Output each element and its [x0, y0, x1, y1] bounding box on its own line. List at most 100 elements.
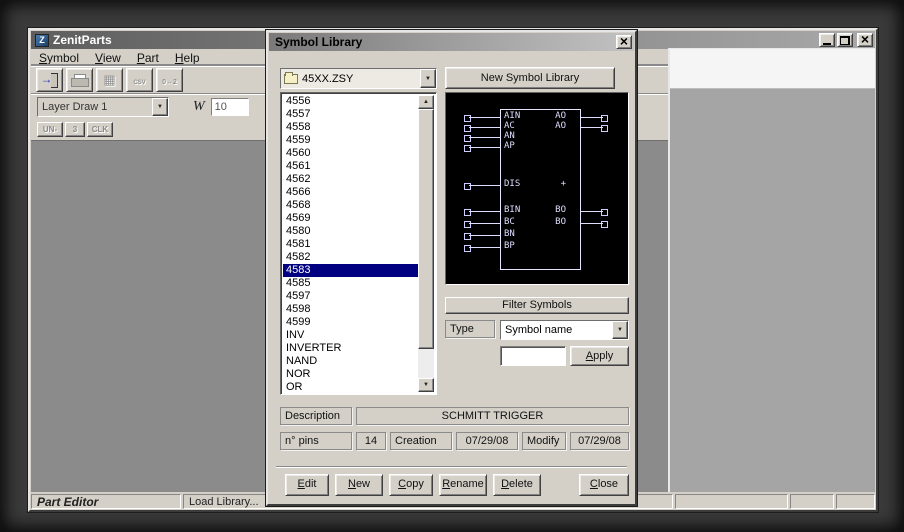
new-symbol-library-button[interactable]: New Symbol Library: [445, 67, 615, 89]
symbol-pin: [464, 221, 500, 228]
mini-button-clk[interactable]: CLK: [87, 122, 113, 137]
modify-label: Modify: [522, 432, 566, 450]
menu-symbol[interactable]: Symbol: [31, 51, 87, 65]
scroll-down-button[interactable]: [418, 378, 434, 392]
symbol-list-item[interactable]: 4556: [283, 95, 418, 108]
symbol-list-item[interactable]: 4569: [283, 212, 418, 225]
symbol-list-item[interactable]: 4561: [283, 160, 418, 173]
pin-label: BO: [555, 217, 566, 227]
pin-label: AO: [555, 111, 566, 121]
scroll-up-button[interactable]: [418, 95, 434, 109]
csv-button[interactable]: [126, 68, 153, 92]
restore-button[interactable]: [837, 33, 853, 47]
layer-combo[interactable]: Layer Draw 1: [37, 96, 169, 117]
symbol-list-item[interactable]: 4559: [283, 134, 418, 147]
pin-label: +: [560, 179, 566, 189]
menu-part[interactable]: Part: [129, 51, 167, 65]
type-label: Type: [445, 320, 495, 338]
menu-help[interactable]: Help: [167, 51, 208, 65]
minimize-icon: [823, 43, 831, 45]
pin-label: AIN: [504, 111, 521, 121]
delete-button[interactable]: Delete: [493, 474, 541, 496]
close-icon: [620, 33, 628, 51]
main-window-title: ZenitParts: [53, 33, 112, 47]
symbol-pin: [581, 125, 608, 132]
mini-button-un[interactable]: UN-: [37, 122, 63, 137]
symbol-pin: [464, 115, 500, 122]
symbol-list-item[interactable]: 4568: [283, 199, 418, 212]
symbol-list-item[interactable]: 4580: [283, 225, 418, 238]
symbol-pin: [464, 209, 500, 216]
scale-button[interactable]: [156, 68, 183, 92]
symbol-list-item[interactable]: 4562: [283, 173, 418, 186]
folder-icon: [284, 71, 298, 84]
symbol-list-item[interactable]: 4557: [283, 108, 418, 121]
symbol-list-item[interactable]: 4583: [283, 264, 418, 277]
pin-label: AC: [504, 121, 515, 131]
csv-icon: [133, 71, 145, 89]
symbol-pin: [581, 221, 608, 228]
symbol-list-item[interactable]: NOR: [283, 368, 418, 381]
symbol-list-scrollbar[interactable]: [418, 95, 434, 392]
width-input[interactable]: [210, 97, 249, 116]
type-combo[interactable]: Symbol name: [500, 320, 629, 340]
status-panel-extra-3: [836, 494, 875, 509]
symbol-pin: [464, 233, 500, 240]
symbol-list-item[interactable]: 4566: [283, 186, 418, 199]
pin-label: BN: [504, 229, 515, 239]
edit-button[interactable]: Edit: [285, 474, 329, 496]
new-button[interactable]: New: [335, 474, 383, 496]
dialog-titlebar[interactable]: Symbol Library: [269, 33, 634, 51]
print-icon: [71, 73, 89, 87]
symbol-list-item[interactable]: 4585: [283, 277, 418, 290]
symbol-list-item[interactable]: NAND: [283, 355, 418, 368]
filter-input[interactable]: [500, 346, 566, 366]
symbol-list-item[interactable]: 4599: [283, 316, 418, 329]
pins-value: 14: [356, 432, 386, 450]
pins-label: n° pins: [280, 432, 352, 450]
symbol-list-item[interactable]: 4597: [283, 290, 418, 303]
pin-label: BIN: [504, 205, 521, 215]
chevron-down-icon[interactable]: [152, 97, 168, 116]
symbol-library-dialog: Symbol Library 45XX.ZSY New Symbol Libra…: [266, 30, 637, 506]
symbol-pin: [464, 125, 500, 132]
exit-icon: [41, 73, 59, 88]
symbol-list-item[interactable]: OR: [283, 381, 418, 392]
description-label: Description: [280, 407, 352, 425]
menu-view[interactable]: View: [87, 51, 129, 65]
exit-button[interactable]: [36, 68, 63, 92]
chevron-down-icon[interactable]: [420, 69, 436, 88]
symbol-list-item[interactable]: INV: [283, 329, 418, 342]
type-combo-value: Symbol name: [505, 324, 573, 336]
symbol-list-item[interactable]: 4598: [283, 303, 418, 316]
mini-button-3[interactable]: 3: [65, 122, 85, 137]
symbol-list-item[interactable]: 4581: [283, 238, 418, 251]
close-window-button[interactable]: [857, 33, 873, 47]
grid-button[interactable]: [96, 68, 123, 92]
minimize-button[interactable]: [819, 33, 835, 47]
symbol-list-items: 4556 4557 4558 4559 4560 4561 4562 4566 4568 4569…: [283, 95, 418, 392]
scrollbar-thumb[interactable]: [418, 109, 434, 349]
pin-label: BC: [504, 217, 515, 227]
symbol-pin: [581, 115, 608, 122]
close-dialog-button[interactable]: Close: [579, 474, 629, 496]
symbol-pin: [464, 183, 500, 190]
chevron-down-icon[interactable]: [612, 321, 628, 339]
dialog-title: Symbol Library: [275, 35, 363, 49]
symbol-list-item[interactable]: 4560: [283, 147, 418, 160]
symbol-list[interactable]: 4556 4557 4558 4559 4560 4561 4562 4566 4568 4569…: [280, 92, 437, 395]
symbol-preview: AIN AC AN AP DIS BIN BC BN BP AO AO + BO BO: [445, 92, 629, 285]
filter-symbols-button[interactable]: Filter Symbols: [445, 297, 629, 314]
print-button[interactable]: [66, 68, 93, 92]
creation-value: 07/29/08: [456, 432, 518, 450]
apply-button[interactable]: Apply: [570, 346, 629, 366]
rename-button[interactable]: Rename: [439, 474, 487, 496]
symbol-list-item[interactable]: 4582: [283, 251, 418, 264]
dialog-close-button[interactable]: [616, 35, 632, 49]
symbol-list-item[interactable]: INVERTER: [283, 342, 418, 355]
library-combo[interactable]: 45XX.ZSY: [280, 68, 437, 89]
copy-button[interactable]: Copy: [389, 474, 433, 496]
restore-icon: [840, 35, 850, 45]
scale-0-2-icon: [162, 71, 177, 89]
symbol-list-item[interactable]: 4558: [283, 121, 418, 134]
